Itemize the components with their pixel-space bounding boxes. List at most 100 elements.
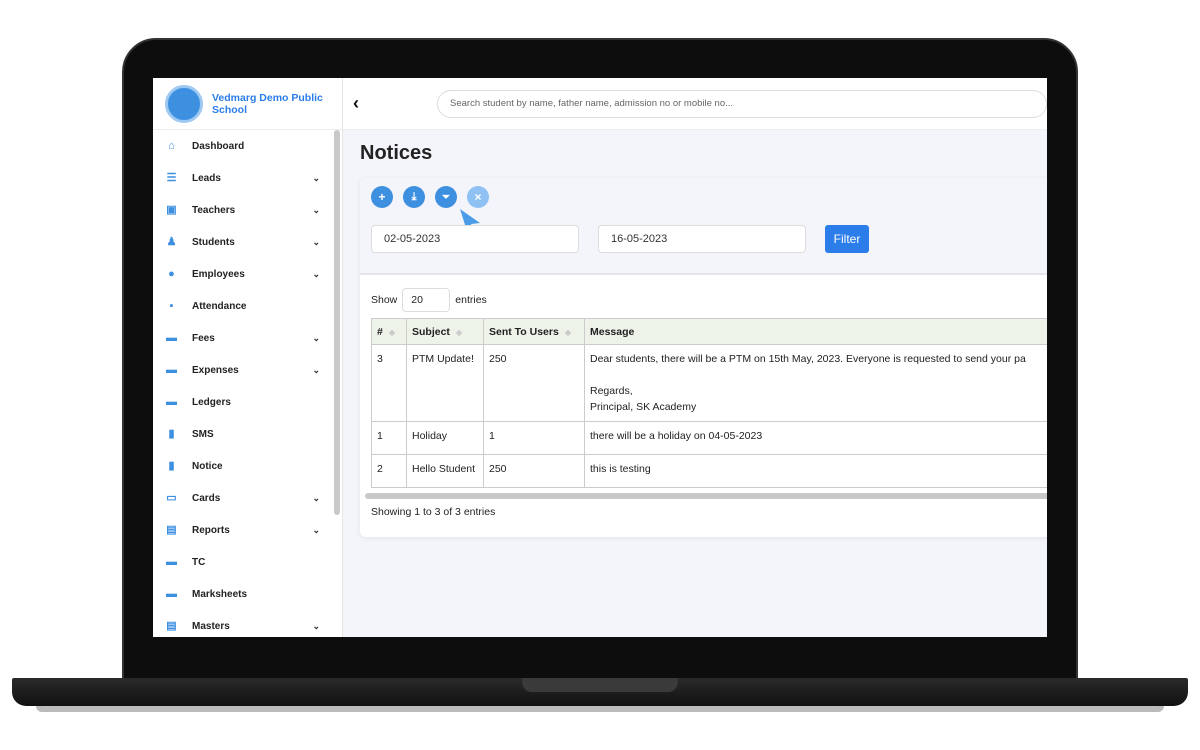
cell-sent: 250 xyxy=(483,454,585,488)
sidebar-item-label: Expenses xyxy=(192,364,239,376)
table-info: Showing 1 to 3 of 3 entries xyxy=(371,506,496,518)
sidebar-item-label: Ledgers xyxy=(192,396,231,408)
filter-panel: + ⤓ ⏷ × 02-05-2023 16-05-2023 Filter xyxy=(360,178,1047,275)
sidebar-item-marksheets[interactable]: ▬ Marksheets xyxy=(153,578,342,610)
from-date-input[interactable]: 02-05-2023 xyxy=(371,225,579,253)
sidebar-item-label: Leads xyxy=(192,172,221,184)
excel-icon: ▤ xyxy=(166,619,177,632)
cell-id: 1 xyxy=(371,421,407,455)
sidebar-item-fees[interactable]: ▬ Fees ⌄ xyxy=(153,322,342,354)
sidebar-item-masters[interactable]: ▤ Masters ⌄ xyxy=(153,610,342,637)
filter-button[interactable]: Filter xyxy=(825,225,869,253)
page-title: Notices xyxy=(360,142,433,164)
cell-id: 2 xyxy=(371,454,407,488)
column-header-message[interactable]: Message xyxy=(584,318,1047,345)
collapse-sidebar-icon[interactable]: ‹ xyxy=(353,93,359,114)
sidebar-item-label: Cards xyxy=(192,492,221,504)
cell-sent: 250 xyxy=(483,344,585,422)
money-icon: ▬ xyxy=(166,363,177,376)
teacher-icon: ▣ xyxy=(166,203,177,216)
chevron-down-icon[interactable]: ⌄ xyxy=(312,269,320,280)
sidebar: Vedmarg Demo Public School ⌂ Dashboard ☰ Le… xyxy=(153,78,343,637)
student-icon: ♟ xyxy=(166,235,177,248)
user-icon: ● xyxy=(168,267,175,280)
sidebar-item-label: TC xyxy=(192,556,206,568)
sidebar-item-dashboard[interactable]: ⌂ Dashboard xyxy=(153,130,342,162)
home-icon: ⌂ xyxy=(168,139,175,152)
brand[interactable]: Vedmarg Demo Public School xyxy=(153,78,342,130)
notices-table: # ◆ Subject ◆ Sent To Users ◆ Message 3 PTM… xyxy=(371,318,1047,488)
chevron-down-icon[interactable]: ⌄ xyxy=(312,525,320,536)
sidebar-item-expenses[interactable]: ▬ Expenses ⌄ xyxy=(153,354,342,386)
sidebar-item-label: Dashboard xyxy=(192,140,245,152)
cell-subject: PTM Update! xyxy=(406,344,484,422)
show-label: Show xyxy=(371,294,398,306)
chevron-down-icon[interactable]: ⌄ xyxy=(312,493,320,504)
money-icon: ▬ xyxy=(166,555,177,568)
sidebar-item-label: Marksheets xyxy=(192,588,248,600)
sidebar-item-label: Employees xyxy=(192,268,245,280)
laptop-base-shadow xyxy=(36,706,1164,712)
sidebar-item-sms[interactable]: ▮ SMS xyxy=(153,418,342,450)
cell-subject: Hello Student xyxy=(406,454,484,488)
cell-message: Dear students, there will be a PTM on 15… xyxy=(584,344,1047,422)
sidebar-item-label: SMS xyxy=(192,428,214,440)
sidebar-item-label: Students xyxy=(192,236,235,248)
chevron-down-icon[interactable]: ⌄ xyxy=(312,621,320,632)
sidebar-item-students[interactable]: ♟ Students ⌄ xyxy=(153,226,342,258)
to-date-input[interactable]: 16-05-2023 xyxy=(598,225,806,253)
screen: Vedmarg Demo Public School ⌂ Dashboard ☰ Le… xyxy=(153,78,1047,637)
chevron-down-icon[interactable]: ⌄ xyxy=(312,237,320,248)
column-header-id[interactable]: # ◆ xyxy=(371,318,407,345)
list-icon: ☰ xyxy=(166,171,177,184)
sidebar-item-label: Reports xyxy=(192,524,230,536)
sidebar-item-label: Teachers xyxy=(192,204,236,216)
excel-icon: ▤ xyxy=(166,523,177,536)
notices-card: + ⤓ ⏷ × 02-05-2023 16-05-2023 Filter Sho… xyxy=(360,178,1047,537)
sidebar-item-employees[interactable]: ● Employees ⌄ xyxy=(153,258,342,290)
sidebar-item-cards[interactable]: ▭ Cards ⌄ xyxy=(153,482,342,514)
cell-message: there will be a holiday on 04-05-2023 xyxy=(584,421,1047,455)
chevron-down-icon[interactable]: ⌄ xyxy=(312,365,320,376)
table-row: 2 Hello Student 250 this is testing xyxy=(371,454,1047,488)
chevron-down-icon[interactable]: ⌄ xyxy=(312,205,320,216)
money-icon: ▬ xyxy=(166,331,177,344)
entries-select[interactable]: 20 xyxy=(402,288,451,312)
table-horizontal-scrollbar[interactable] xyxy=(365,493,1047,499)
sidebar-item-teachers[interactable]: ▣ Teachers ⌄ xyxy=(153,194,342,226)
add-button[interactable]: + xyxy=(371,186,393,208)
entries-length: Show 20 entries xyxy=(371,288,487,312)
column-header-sent-to-users[interactable]: Sent To Users ◆ xyxy=(483,318,585,345)
cell-sent: 1 xyxy=(483,421,585,455)
chevron-down-icon[interactable]: ⌄ xyxy=(312,173,320,184)
filter-toggle-button[interactable]: ⏷ xyxy=(435,186,457,208)
sidebar-item-leads[interactable]: ☰ Leads ⌄ xyxy=(153,162,342,194)
sidebar-item-notice[interactable]: ▮ Notice xyxy=(153,450,342,482)
id-card-icon: ▪ xyxy=(169,299,174,312)
table-row: 3 PTM Update! 250 Dear students, there w… xyxy=(371,344,1047,422)
chat-icon: ▮ xyxy=(168,459,175,472)
sidebar-item-attendance[interactable]: ▪ Attendance xyxy=(153,290,342,322)
chat-icon: ▮ xyxy=(168,427,175,440)
top-bar: ‹ Search student by name, father name, a… xyxy=(343,78,1047,130)
laptop-notch xyxy=(522,678,678,692)
school-logo xyxy=(165,84,203,123)
school-name: Vedmarg Demo Public School xyxy=(212,91,323,116)
sidebar-item-label: Notice xyxy=(192,460,223,472)
sidebar-item-ledgers[interactable]: ▬ Ledgers xyxy=(153,386,342,418)
cell-id: 3 xyxy=(371,344,407,422)
column-header-subject[interactable]: Subject ◆ xyxy=(406,318,484,345)
chevron-down-icon[interactable]: ⌄ xyxy=(312,333,320,344)
cell-message: this is testing xyxy=(584,454,1047,488)
sidebar-item-tc[interactable]: ▬ TC xyxy=(153,546,342,578)
search-input[interactable]: Search student by name, father name, adm… xyxy=(437,89,1047,118)
cell-subject: Holiday xyxy=(406,421,484,455)
sidebar-scrollbar[interactable] xyxy=(334,130,340,515)
clear-filter-button[interactable]: × xyxy=(467,186,489,208)
sidebar-nav: ⌂ Dashboard ☰ Leads ⌄ ▣ Teachers ⌄ ♟ Students ⌄ ● Em… xyxy=(153,130,342,637)
money-icon: ▬ xyxy=(166,395,177,408)
download-button[interactable]: ⤓ xyxy=(403,186,425,208)
sidebar-item-label: Masters xyxy=(192,620,230,632)
sidebar-item-label: Attendance xyxy=(192,300,247,312)
sidebar-item-reports[interactable]: ▤ Reports ⌄ xyxy=(153,514,342,546)
